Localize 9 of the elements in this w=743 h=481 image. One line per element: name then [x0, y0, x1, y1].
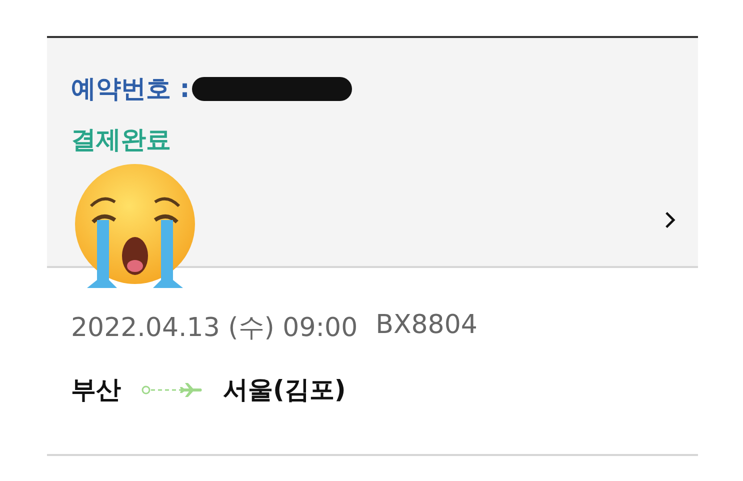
origin-city: 부산	[71, 374, 121, 406]
chevron-right-icon[interactable]	[664, 211, 676, 229]
destination-city: 서울(김포)	[223, 374, 346, 406]
flight-date: 2022.04.13 (수) 09:00	[71, 312, 358, 345]
flight-number: BX8804	[376, 310, 478, 342]
booking-number-label: 예약번호 :	[71, 73, 190, 105]
route-arrow-icon	[141, 382, 203, 398]
payment-status: 결제완료	[71, 124, 172, 156]
booking-panel[interactable]: 예약번호 : 결제완료	[47, 36, 698, 268]
